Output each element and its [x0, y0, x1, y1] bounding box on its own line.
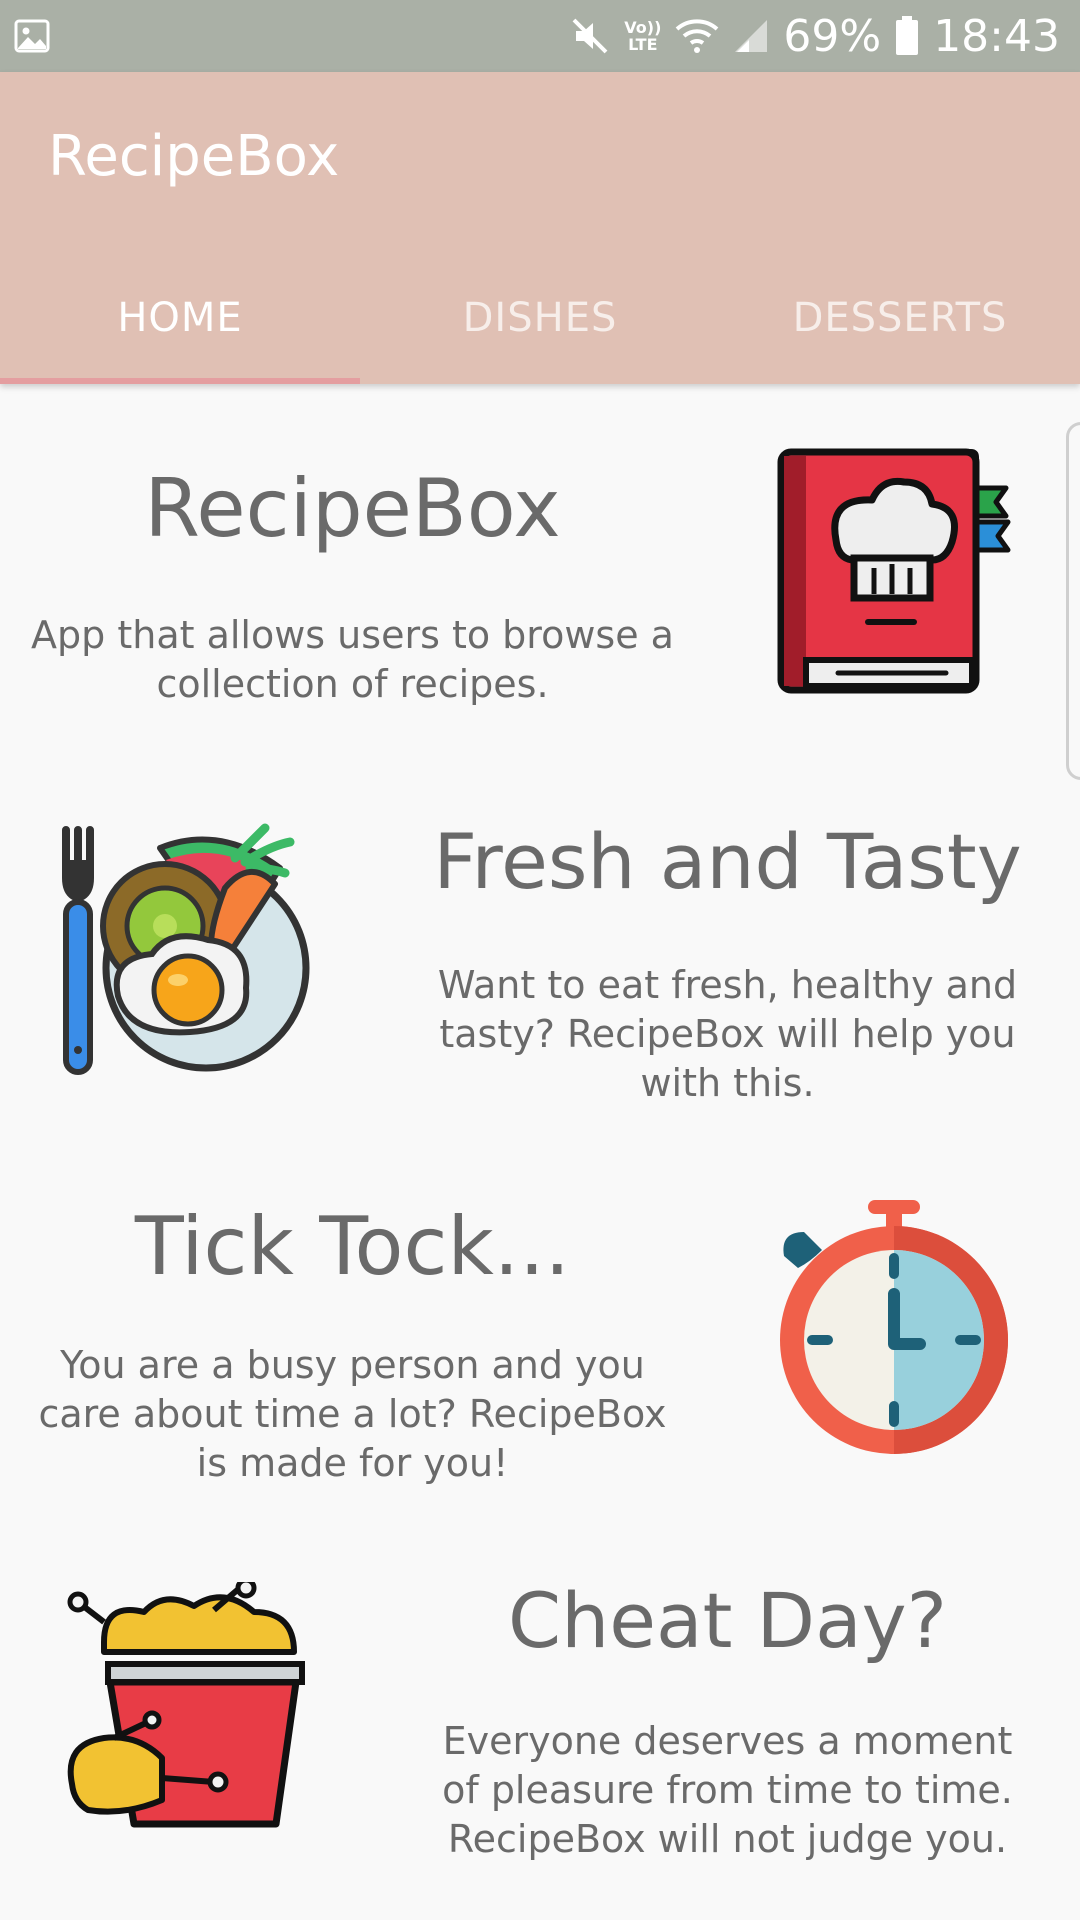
section-text-fresh-and-tasty: Want to eat fresh, healthy and tasty? Re…	[437, 963, 1018, 1105]
app-bar: RecipeBox HOME DISHES DESSERTS	[0, 72, 1080, 384]
volte-line1: Vo))	[624, 18, 662, 37]
section-text-tick-tock: You are a busy person and you care about…	[38, 1343, 667, 1485]
section-text-cheat-day: Everyone deserves a moment of pleasure f…	[442, 1719, 1013, 1861]
section-heading-cheat-day: Cheat Day?	[508, 1576, 947, 1665]
status-bar: Vo)) LTE 69% 18:43	[0, 0, 1080, 72]
gallery-icon	[14, 18, 50, 58]
tab-indicator	[0, 378, 360, 384]
section-text-recipebox: App that allows users to browse a collec…	[31, 613, 674, 706]
section-heading-tick-tock: Tick Tock...	[134, 1200, 571, 1293]
fresh-food-plate-icon	[60, 818, 320, 1082]
section-heading-fresh-and-tasty: Fresh and Tasty	[433, 817, 1022, 906]
recipe-book-icon	[776, 448, 1016, 702]
tab-bar: HOME DISHES DESSERTS	[0, 252, 1080, 384]
scroll-edge-glow	[1066, 422, 1080, 780]
wifi-icon	[675, 17, 719, 55]
tab-dishes[interactable]: DISHES	[360, 252, 720, 384]
tab-home[interactable]: HOME	[0, 252, 360, 384]
battery-percent: 69%	[783, 10, 882, 62]
signal-icon	[733, 18, 769, 54]
volte-indicator: Vo)) LTE	[624, 19, 661, 53]
stopwatch-icon	[776, 1198, 1012, 1462]
battery-icon	[895, 16, 919, 56]
mute-icon	[570, 16, 610, 56]
fried-chicken-bucket-icon	[64, 1577, 314, 1836]
section-heading-recipebox: RecipeBox	[144, 462, 561, 555]
clock: 18:43	[933, 10, 1060, 62]
app-title: RecipeBox	[48, 124, 340, 189]
volte-line2: LTE	[628, 35, 658, 54]
tab-desserts[interactable]: DESSERTS	[720, 252, 1080, 384]
